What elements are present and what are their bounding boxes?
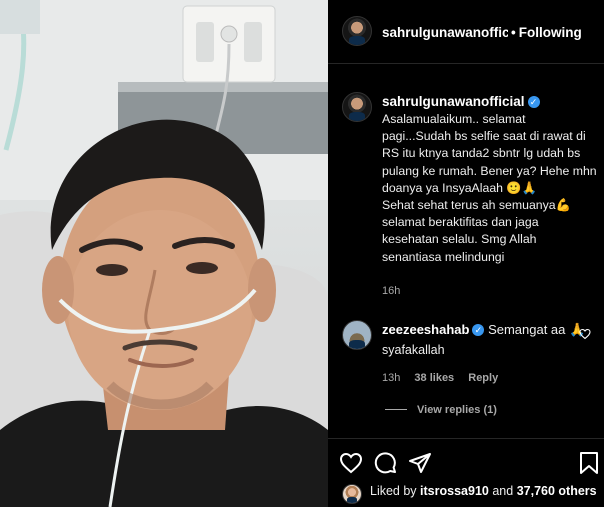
separator-dot: •: [511, 25, 516, 40]
comment-text-line1: Semangat aa 🙏: [488, 322, 586, 337]
commenter-avatar[interactable]: [342, 320, 372, 350]
actions-divider: [328, 438, 604, 439]
caption-username[interactable]: sahrulgunawanofficial: [382, 94, 525, 109]
caption-username-row: sahrulgunawanofficial ✓: [382, 94, 540, 109]
caption-timestamp[interactable]: 16h: [382, 285, 400, 297]
comment-timestamp[interactable]: 13h: [382, 372, 400, 384]
post-photo[interactable]: [0, 0, 328, 507]
comment-text-line2: syafakallah: [382, 343, 445, 357]
liked-by-and: and: [492, 484, 514, 498]
verified-badge-icon: ✓: [472, 324, 485, 336]
liked-by-summary[interactable]: Liked by itsrossa910 and 37,760 others: [370, 484, 597, 498]
liked-by-prefix: Liked by: [370, 484, 417, 498]
post-details-panel: sahrulgunawanofficial•Following sahrulgu…: [328, 0, 604, 507]
bookmark-icon[interactable]: [577, 451, 601, 475]
commenter-username[interactable]: zeezeeshahab: [382, 322, 469, 337]
view-replies-button[interactable]: View replies (1): [385, 404, 497, 416]
following-button[interactable]: Following: [519, 25, 582, 40]
verified-badge-icon: ✓: [527, 96, 540, 108]
liked-by-user[interactable]: itsrossa910: [420, 484, 489, 498]
liked-by-others[interactable]: 37,760 others: [517, 484, 597, 498]
comment-likes[interactable]: 38 likes: [414, 372, 454, 384]
author-avatar[interactable]: [342, 16, 372, 46]
caption-avatar[interactable]: [342, 92, 372, 122]
selfie-illustration: [0, 0, 328, 507]
view-replies-label: View replies (1): [417, 404, 497, 416]
comment-icon[interactable]: [373, 451, 397, 475]
header-divider: [328, 63, 604, 64]
comment-heart-icon[interactable]: [579, 328, 591, 340]
send-icon[interactable]: [408, 451, 432, 475]
post-header: sahrulgunawanofficial•Following: [382, 25, 582, 40]
liker-avatar[interactable]: [342, 484, 362, 504]
heart-icon[interactable]: [339, 451, 363, 475]
reply-button[interactable]: Reply: [468, 372, 498, 384]
caption-text: Asalamualaikum.. selamat pagi...Sudah bs…: [382, 112, 597, 264]
comment-header: zeezeeshahab ✓ Semangat aa 🙏: [382, 322, 585, 338]
comment-meta: 13h 38 likes Reply: [382, 372, 509, 384]
author-username[interactable]: sahrulgunawanofficial: [382, 25, 508, 40]
replies-line: [385, 409, 407, 410]
